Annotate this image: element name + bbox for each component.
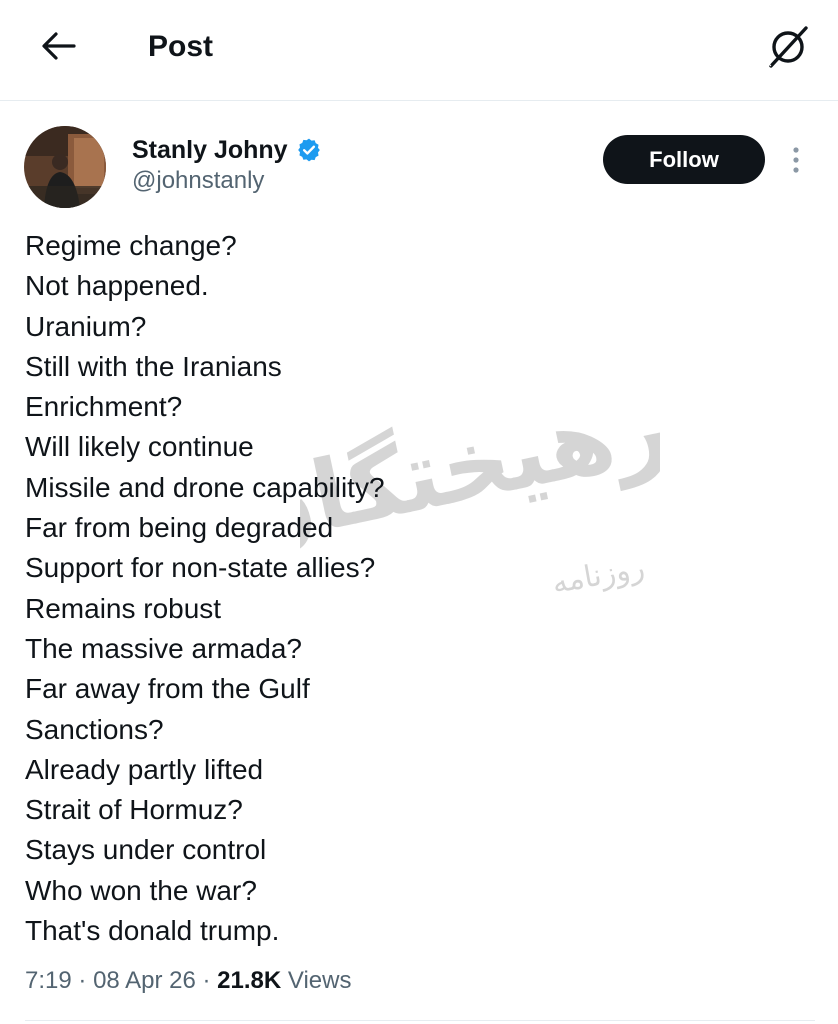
tweet-time[interactable]: 7:19 [25, 967, 72, 994]
verified-badge-icon [296, 137, 322, 163]
views-count[interactable]: 21.8K [217, 967, 281, 994]
divider [25, 1020, 815, 1021]
tweet-line: Who won the war? [25, 874, 257, 906]
meta-separator: · [202, 967, 211, 994]
tweet-line: Far from being degraded [25, 512, 334, 544]
grok-icon [768, 26, 808, 68]
tweet-line: Regime change? [25, 230, 237, 261]
author-handle[interactable]: @johnstanly [132, 166, 264, 196]
tweet-line: Enrichment? [25, 391, 183, 423]
author-name[interactable]: Stanly Johny [132, 134, 322, 166]
top-bar: Post [0, 0, 838, 101]
author-name-text: Stanly Johny [132, 136, 288, 164]
avatar[interactable] [24, 126, 106, 208]
tweet-line: Sanctions? [25, 713, 164, 745]
tweet-line: Missile and drone capability? [25, 471, 385, 503]
grok-button[interactable] [762, 22, 814, 72]
tweet-line: Remains robust [25, 592, 222, 624]
tweet-line: Uranium? [25, 310, 147, 342]
tweet-line: Still with the Iranians [25, 350, 282, 382]
tweet-line: Already partly lifted [25, 753, 264, 785]
tweet-meta: 7:19 · 08 Apr 26 · 21.8K Views [25, 965, 351, 997]
arrow-left-icon [42, 32, 76, 60]
tweet-line: Far away from the Gulf [25, 673, 310, 705]
page-title: Post [148, 30, 214, 63]
tweet-date[interactable]: 08 Apr 26 [93, 967, 196, 994]
more-options-button[interactable] [786, 142, 806, 178]
tweet-line: That's donald trump. [25, 915, 280, 947]
tweet-text: Regime change? Not happened. Uranium? St… [25, 226, 805, 951]
meta-separator: · [78, 967, 87, 994]
follow-button[interactable]: Follow [603, 135, 765, 184]
tweet-line: Will likely continue [25, 431, 254, 463]
more-vertical-icon [793, 147, 799, 173]
tweet-line: Stays under control [25, 834, 267, 866]
back-button[interactable] [36, 24, 80, 68]
views-label: Views [287, 967, 352, 994]
tweet-line: Strait of Hormuz? [25, 794, 243, 826]
tweet-line: The massive armada? [25, 632, 303, 664]
tweet-line: Not happened. [25, 270, 209, 302]
tweet-line: Support for non-state allies? [25, 552, 376, 584]
